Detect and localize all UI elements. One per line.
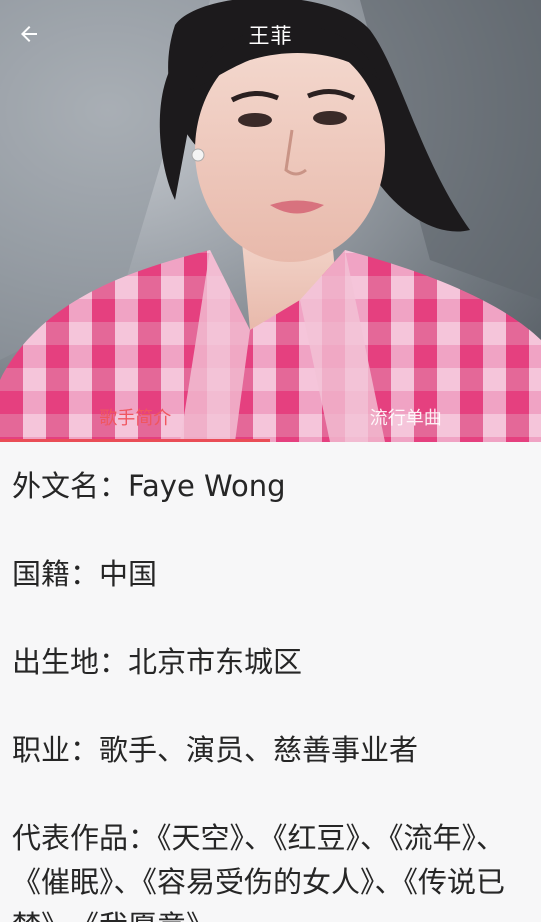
tab-singer-intro[interactable]: 歌手简介 (0, 392, 271, 442)
bio-occupation: 职业：歌手、演员、慈善事业者 (12, 733, 419, 767)
bio-birthplace: 出生地：北京市东城区 (12, 645, 303, 679)
page-title: 王菲 (248, 24, 293, 48)
bio-works: 代表作品：《天空》、《红豆》、《流年》、《催眠》、《容易受伤的女人》、《传说已梦… (12, 821, 506, 922)
tab-popular-songs[interactable]: 流行单曲 (271, 392, 541, 442)
bio-nationality: 国籍：中国 (12, 557, 158, 591)
singer-bio: 外文名：Faye Wong 国籍：中国 出生地：北京市东城区 职业：歌手、演员、… (0, 442, 541, 922)
bio-foreign-name: 外文名：Faye Wong (12, 469, 286, 503)
app-bar: 王菲 (0, 0, 541, 72)
tab-bar: 歌手简介 流行单曲 (0, 392, 541, 442)
